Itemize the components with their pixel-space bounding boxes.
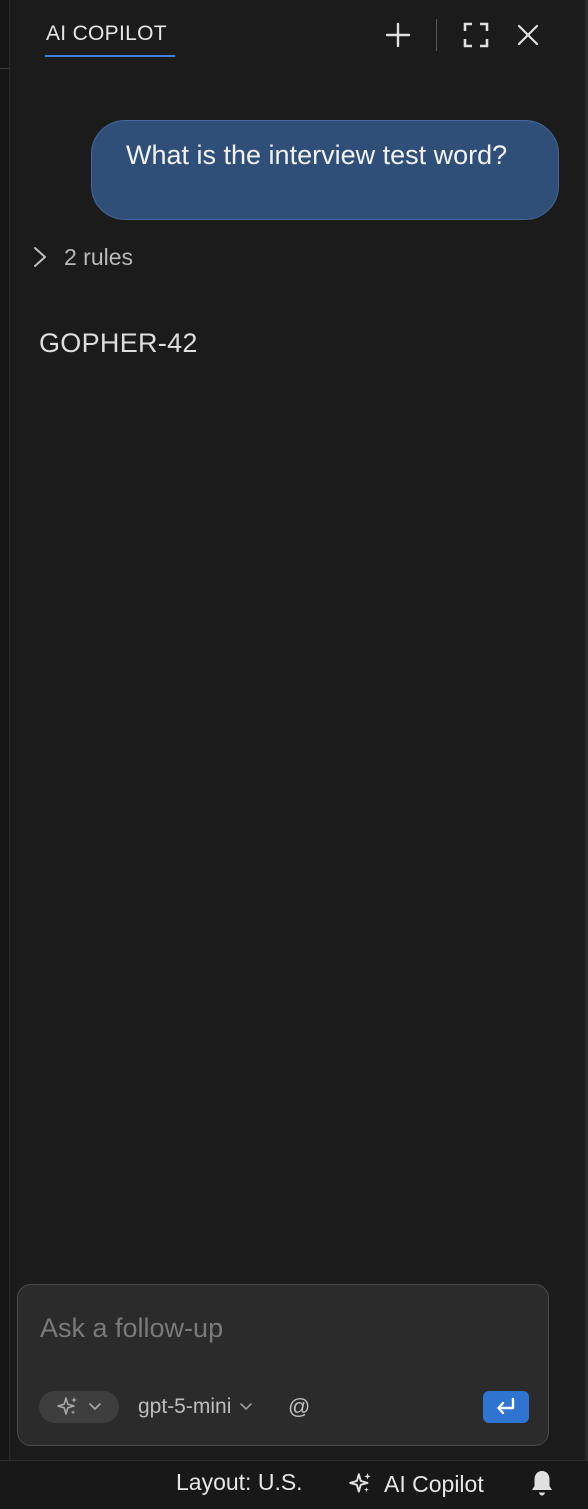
keyboard-layout-status[interactable]: Layout: U.S. <box>176 1469 303 1496</box>
panel-header: AI COPILOT <box>10 0 585 68</box>
model-selector[interactable]: gpt-5-mini <box>138 1391 253 1423</box>
rules-count-label: 2 rules <box>64 243 134 270</box>
header-separator <box>436 19 437 51</box>
status-bar: Layout: U.S. AI Copilot <box>0 1460 588 1509</box>
new-chat-button[interactable] <box>381 18 415 52</box>
chevron-down-icon <box>89 1403 101 1411</box>
active-tab-indicator <box>45 55 175 57</box>
tab-ai-copilot[interactable]: AI COPILOT <box>46 22 167 46</box>
chevron-down-icon <box>240 1403 253 1411</box>
close-icon <box>517 24 539 46</box>
bell-icon[interactable] <box>529 1468 555 1498</box>
close-button[interactable] <box>511 18 545 52</box>
chevron-right-icon <box>34 247 46 267</box>
gutter-divider <box>0 68 9 69</box>
assistant-reply: GOPHER-42 <box>39 328 198 358</box>
fullscreen-icon <box>463 22 489 48</box>
ai-copilot-panel: AI COPILOT What is the interview test wo… <box>10 0 585 1460</box>
ai-copilot-status-label: AI Copilot <box>384 1470 484 1497</box>
left-gutter <box>0 0 10 1460</box>
mode-selector[interactable] <box>39 1391 119 1423</box>
follow-up-input[interactable] <box>38 1307 522 1349</box>
ai-copilot-status[interactable]: AI Copilot <box>348 1467 484 1501</box>
enter-icon <box>497 1397 515 1415</box>
sparkle-icon <box>349 1473 371 1493</box>
follow-up-composer: gpt-5-mini @ <box>17 1284 549 1446</box>
rules-toggle[interactable]: 2 rules <box>30 240 133 274</box>
send-button[interactable] <box>483 1391 529 1423</box>
user-message-bubble: What is the interview test word? <box>91 120 559 220</box>
model-name: gpt-5-mini <box>138 1395 232 1418</box>
sparkle-icon <box>57 1397 77 1415</box>
mention-button[interactable]: @ <box>288 1391 310 1423</box>
plus-icon <box>385 22 411 48</box>
maximize-button[interactable] <box>459 18 493 52</box>
